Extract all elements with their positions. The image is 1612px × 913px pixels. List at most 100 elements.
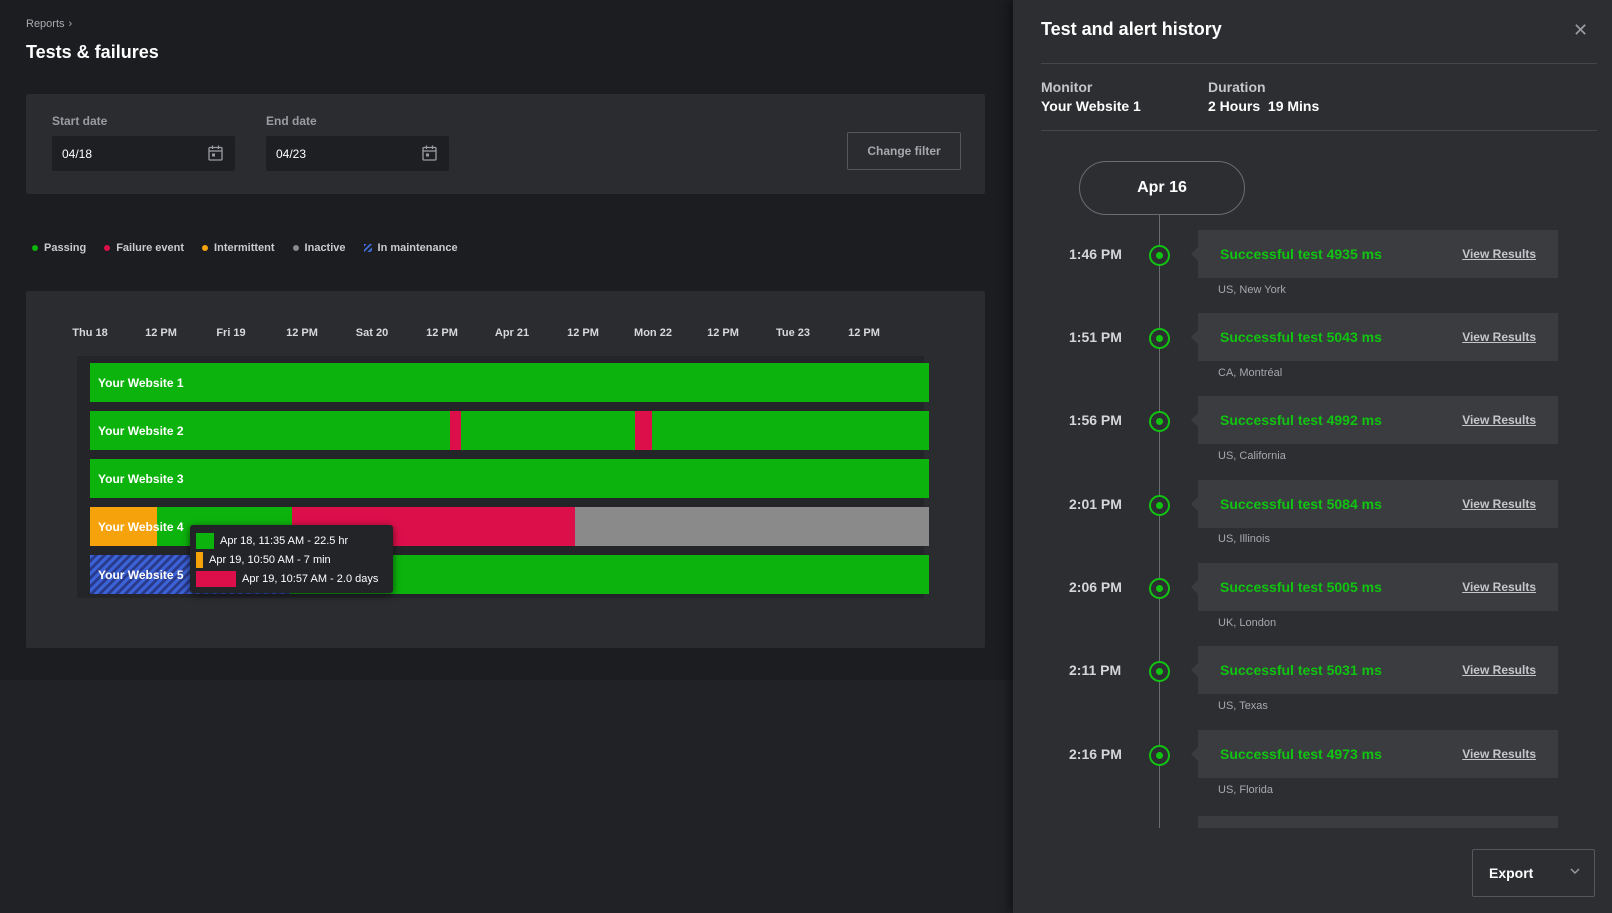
chevron-right-icon: › xyxy=(68,18,73,30)
website-name: Your Website 5 xyxy=(98,567,184,582)
divider xyxy=(1041,63,1597,64)
website-name: Your Website 4 xyxy=(98,519,184,534)
event-time: 1:46 PM xyxy=(1069,246,1122,262)
timeline-line xyxy=(1159,215,1160,828)
event-location: UK, London xyxy=(1218,617,1277,629)
tooltip-row: Apr 18, 11:35 AM - 22.5 hr xyxy=(196,533,348,549)
calendar-icon[interactable] xyxy=(208,145,223,161)
event-location: US, New York xyxy=(1218,284,1286,296)
axis-tick-label: Tue 23 xyxy=(775,327,811,339)
view-results-link[interactable]: View Results xyxy=(1462,330,1536,344)
passing-swatch xyxy=(196,533,214,549)
event-status: Successful test 4935 ms xyxy=(1220,246,1382,262)
reports-main: Reports › Tests & failures Start date 04… xyxy=(0,0,1015,680)
view-results-link[interactable]: View Results xyxy=(1462,663,1536,677)
export-label: Export xyxy=(1489,865,1534,881)
axis-tick-label: 12 PM xyxy=(848,327,880,339)
view-results-link[interactable]: View Results xyxy=(1462,413,1536,427)
divider xyxy=(1041,130,1597,131)
legend-maintenance: In maintenance xyxy=(363,242,458,254)
tooltip-text: Apr 18, 11:35 AM - 22.5 hr xyxy=(220,535,349,547)
website-name: Your Website 3 xyxy=(98,471,184,486)
export-button[interactable]: Export xyxy=(1472,849,1595,897)
view-results-link[interactable]: View Results xyxy=(1462,747,1536,761)
website-bar-2[interactable]: Your Website 2 xyxy=(90,411,929,450)
passing-segment[interactable] xyxy=(90,363,929,402)
axis-tick-label: Mon 22 xyxy=(634,327,672,339)
event-time: 1:51 PM xyxy=(1069,329,1122,345)
event-status: Successful test 4973 ms xyxy=(1220,746,1382,762)
start-date-label: Start date xyxy=(52,114,108,128)
passing-segment[interactable] xyxy=(90,459,929,498)
failure-segment[interactable] xyxy=(635,411,652,450)
inactive-segment[interactable] xyxy=(575,507,929,546)
event-status: Successful test 5031 ms xyxy=(1220,662,1382,678)
failure-segment[interactable] xyxy=(450,411,461,450)
event-time: 2:01 PM xyxy=(1069,496,1122,512)
page-title: Tests & failures xyxy=(26,42,159,62)
timeline-node-icon xyxy=(1149,495,1170,516)
website-name: Your Website 2 xyxy=(98,423,184,438)
calendar-icon[interactable] xyxy=(422,145,437,161)
monitor-value: Your Website 1 xyxy=(1041,98,1141,114)
legend-label: Intermittent xyxy=(214,242,275,254)
tooltip-text: Apr 19, 10:50 AM - 7 min xyxy=(209,554,331,566)
event-status: Successful test 5043 ms xyxy=(1220,329,1382,345)
chevron-down-icon xyxy=(1570,868,1580,874)
tooltip-row: Apr 19, 10:57 AM - 2.0 days xyxy=(196,571,378,587)
end-date-input[interactable]: 04/23 xyxy=(266,136,449,171)
view-results-link[interactable]: View Results xyxy=(1462,497,1536,511)
failure-dot-icon xyxy=(104,245,111,251)
view-results-link[interactable]: View Results xyxy=(1462,247,1536,261)
event-location: US, Texas xyxy=(1218,700,1268,712)
monitor-label: Monitor xyxy=(1041,79,1093,95)
event-location: CA, Montréal xyxy=(1218,367,1283,379)
legend-passing: Passing xyxy=(32,242,86,254)
axis-tick-label: 12 PM xyxy=(286,327,318,339)
axis-tick-label: 12 PM xyxy=(426,327,458,339)
event-card: Successful test 5043 ms View Results xyxy=(1191,313,1558,361)
event-time: 2:16 PM xyxy=(1069,746,1122,762)
event-time: 2:06 PM xyxy=(1069,579,1122,595)
close-icon[interactable]: ✕ xyxy=(1573,20,1588,41)
axis-tick-label: Sat 20 xyxy=(355,327,389,339)
event-location: US, California xyxy=(1218,450,1286,462)
event-location: US, Florida xyxy=(1218,784,1274,796)
timeline-node-icon xyxy=(1149,411,1170,432)
panel-title: Test and alert history xyxy=(1041,19,1222,39)
legend-label: In maintenance xyxy=(377,242,458,254)
breadcrumb: Reports › xyxy=(26,18,72,30)
timeline-node-icon xyxy=(1149,578,1170,599)
legend-inactive: Inactive xyxy=(292,242,346,254)
event-card: Successful test 5031 ms View Results xyxy=(1191,646,1558,694)
maintenance-hatch-icon xyxy=(363,244,372,252)
event-card: Successful test 4992 ms View Results xyxy=(1191,396,1558,444)
tooltip-row: Apr 19, 10:50 AM - 7 min xyxy=(196,552,331,568)
test-alert-history-panel: Test and alert history ✕ Monitor Your We… xyxy=(1013,0,1612,913)
axis-tick-label: 12 PM xyxy=(567,327,599,339)
legend-intermittent: Intermittent xyxy=(202,242,275,254)
change-filter-button[interactable]: Change filter xyxy=(847,132,961,170)
axis-tick-label: 12 PM xyxy=(707,327,739,339)
legend-label: Inactive xyxy=(304,242,346,254)
start-date-input[interactable]: 04/18 xyxy=(52,136,235,171)
duration-label: Duration xyxy=(1208,79,1266,95)
event-status: Successful test 4992 ms xyxy=(1220,412,1382,428)
date-pill: Apr 16 xyxy=(1079,161,1245,215)
timeline-node-icon xyxy=(1149,745,1170,766)
tooltip-text: Apr 19, 10:57 AM - 2.0 days xyxy=(242,573,379,585)
legend-label: Failure event xyxy=(116,242,185,254)
legend-label: Passing xyxy=(44,242,87,254)
breadcrumb-reports-link[interactable]: Reports xyxy=(26,18,65,30)
filter-panel: Start date 04/18 End date 04/23 Change f… xyxy=(26,94,985,194)
passing-dot-icon xyxy=(32,245,38,251)
view-results-link[interactable]: View Results xyxy=(1462,580,1536,594)
event-time: 1:56 PM xyxy=(1069,412,1122,428)
website-bar-3[interactable]: Your Website 3 xyxy=(90,459,929,498)
status-legend: Passing Failure event Intermittent Inact… xyxy=(32,242,458,254)
passing-segment[interactable] xyxy=(90,411,929,450)
end-date-value: 04/23 xyxy=(276,146,307,161)
inactive-dot-icon xyxy=(292,245,299,251)
website-bar-1[interactable]: Your Website 1 xyxy=(90,363,929,402)
event-status: Successful test 5084 ms xyxy=(1220,496,1382,512)
